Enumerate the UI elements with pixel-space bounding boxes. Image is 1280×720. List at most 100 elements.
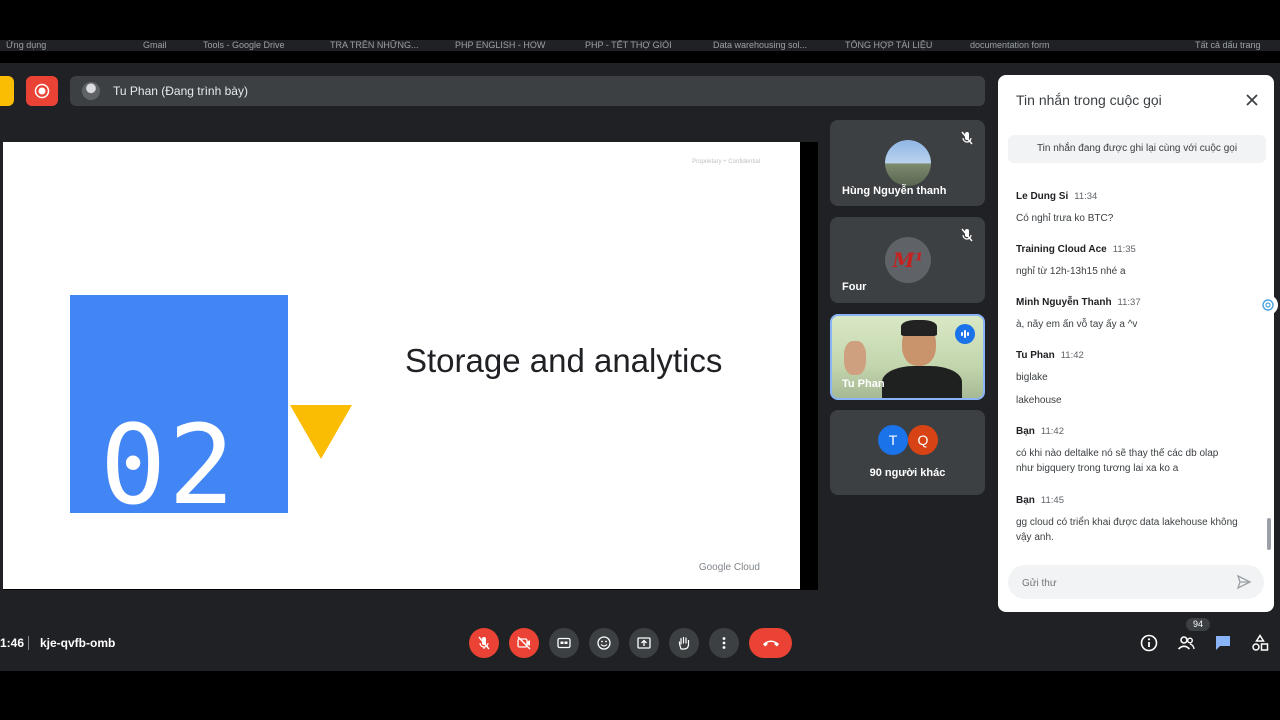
reactions-button[interactable]: [589, 628, 619, 658]
message-text: nghỉ từ 12h-13h15 nhé a: [1016, 266, 1126, 277]
bookmark-all[interactable]: Tất cả dấu trang: [1195, 40, 1261, 51]
bookmark-apps[interactable]: Ứng dụng: [6, 40, 46, 51]
mic-off-icon: [961, 228, 973, 242]
participant-name: Hùng Nguyễn thanh: [842, 185, 947, 197]
section-number: 02: [100, 401, 237, 513]
avatar: [885, 140, 931, 186]
bookmark-tong-hop[interactable]: TỔNG HỢP TÀI LIỆU: [845, 40, 932, 51]
message-text: biglake: [1016, 372, 1048, 383]
divider: [28, 636, 29, 650]
recording-button[interactable]: [26, 76, 58, 106]
other-participants-tile[interactable]: T Q 90 người khác: [830, 410, 985, 495]
avatar: T: [878, 425, 908, 455]
chat-message: Le Dung Si 11:34 Có nghỉ trưa ko BTC?: [1016, 186, 1264, 226]
close-icon[interactable]: [1244, 92, 1260, 108]
bookmarks-bar: Ứng dụng Gmail Tools - Google Drive TRA …: [0, 40, 1280, 51]
chat-input-box[interactable]: [1008, 565, 1264, 601]
yellow-triangle-decoration: [290, 405, 352, 459]
message-time: 11:34: [1074, 191, 1098, 202]
message-sender: Bạn: [1016, 495, 1035, 506]
meeting-code: kje-qvfb-omb: [40, 636, 116, 650]
camera-toggle-button[interactable]: [509, 628, 539, 658]
people-count-badge: 94: [1186, 618, 1210, 631]
bookmark-gmail[interactable]: Gmail: [143, 40, 167, 51]
people-icon[interactable]: [1176, 633, 1196, 653]
message-time: 11:37: [1117, 297, 1141, 308]
captions-button[interactable]: [549, 628, 579, 658]
presenter-label: Tu Phan (Đang trình bày): [113, 84, 248, 98]
others-count-label: 90 người khác: [869, 467, 946, 479]
participant-tile-four[interactable]: M¹ Four: [830, 217, 985, 303]
raise-hand-button[interactable]: [669, 628, 699, 658]
chat-panel: Tin nhắn trong cuộc gọi Tin nhắn đang đư…: [998, 75, 1274, 612]
presentation-area: Proprietary + Confidential 02 Storage an…: [3, 142, 818, 590]
bookmark-php-tet[interactable]: PHP - TẾT THỢ GIỎI: [585, 40, 672, 51]
bookmark-data-warehousing[interactable]: Data warehousing sol...: [713, 40, 807, 51]
top-bar: Tu Phan (Đang trình bày): [0, 76, 990, 106]
chat-message: Bạn 11:45 gg cloud có triển khai được dat…: [1016, 490, 1264, 545]
mic-toggle-button[interactable]: [469, 628, 499, 658]
message-time: 11:42: [1060, 350, 1084, 361]
chat-message: Tu Phan 11:42 biglake lakehouse: [1016, 345, 1264, 408]
message-sender: Training Cloud Ace: [1016, 244, 1107, 255]
chat-scrollbar[interactable]: [1267, 518, 1271, 550]
bookmark-tools[interactable]: Tools - Google Drive: [203, 40, 285, 51]
message-text: có khi nào deltalke nó sẽ thay thế các d…: [1016, 448, 1219, 474]
message-sender: Le Dung Si: [1016, 191, 1069, 202]
person-body: [882, 366, 962, 398]
chat-message: Minh Nguyễn Thanh 11:37 à, nãy em ấn vỗ t…: [1016, 292, 1264, 332]
recording-notice: Tin nhắn đang được ghi lại cùng với cuộc…: [1008, 135, 1266, 163]
meet-window: Tu Phan (Đang trình bày) Proprietary + C…: [0, 63, 1280, 671]
captions-icon: [557, 637, 571, 649]
present-screen-button[interactable]: [629, 628, 659, 658]
activities-icon[interactable]: [1250, 633, 1270, 653]
bookmark-tra[interactable]: TRA TRÊN NHỮNG...: [330, 40, 419, 51]
presentation-slide: Proprietary + Confidential 02 Storage an…: [3, 142, 800, 589]
participant-name: Four: [842, 281, 867, 293]
message-time: 11:42: [1040, 426, 1064, 437]
chat-message: Training Cloud Ace 11:35 nghỉ từ 12h-13h1…: [1016, 239, 1264, 279]
proprietary-label: Proprietary + Confidential: [692, 159, 760, 165]
avatar-text: M¹: [892, 248, 924, 272]
mic-off-icon: [961, 131, 973, 145]
audio-wave-icon: [961, 330, 969, 338]
participant-tile-hung[interactable]: Hùng Nguyễn thanh: [830, 120, 985, 206]
bookmark-php-english[interactable]: PHP ENGLISH - HOW: [455, 40, 545, 51]
participant-tile-tu-phan[interactable]: Tu Phan: [830, 314, 985, 400]
avatar: Q: [908, 425, 938, 455]
participant-name: Tu Phan: [842, 378, 885, 390]
bookmark-documentation[interactable]: documentation form: [970, 40, 1050, 51]
more-options-button[interactable]: [709, 628, 739, 658]
camera-off-icon: [517, 636, 531, 650]
meeting-clock: 1:46: [0, 636, 25, 650]
chat-title: Tin nhắn trong cuộc gọi: [1016, 92, 1162, 108]
presenter-avatar: [82, 82, 100, 100]
message-text: gg cloud có triển khai được data lakehou…: [1016, 517, 1238, 543]
recording-badge[interactable]: [0, 76, 14, 106]
phone-hangup-icon: [762, 640, 779, 647]
google-cloud-logo: Google Cloud: [698, 562, 760, 573]
message-text: à, nãy em ấn vỗ tay ấy a ^v: [1016, 319, 1138, 330]
send-icon[interactable]: [1236, 574, 1252, 590]
info-icon[interactable]: [1139, 633, 1159, 653]
present-icon: [637, 637, 651, 649]
assistant-icon[interactable]: [1258, 295, 1278, 315]
hand-icon: [678, 636, 690, 650]
leave-call-button[interactable]: [749, 628, 792, 658]
slide-title: Storage and analytics: [405, 342, 723, 379]
person-hand: [844, 341, 866, 375]
more-vert-icon: [722, 637, 726, 649]
emoji-icon: [597, 636, 611, 650]
message-text: lakehouse: [1016, 395, 1062, 406]
message-sender: Bạn: [1016, 426, 1035, 437]
message-sender: Tu Phan: [1016, 350, 1055, 361]
chat-input[interactable]: [1020, 565, 1224, 601]
message-time: 11:35: [1112, 244, 1136, 255]
ai-swirl-icon: [1262, 299, 1274, 311]
message-text: Có nghỉ trưa ko BTC?: [1016, 213, 1114, 224]
message-sender: Minh Nguyễn Thanh: [1016, 297, 1112, 308]
chat-icon[interactable]: [1213, 633, 1233, 653]
presenter-bar[interactable]: Tu Phan (Đang trình bày): [70, 76, 985, 106]
record-icon: [34, 83, 50, 99]
mic-off-icon: [478, 636, 490, 650]
